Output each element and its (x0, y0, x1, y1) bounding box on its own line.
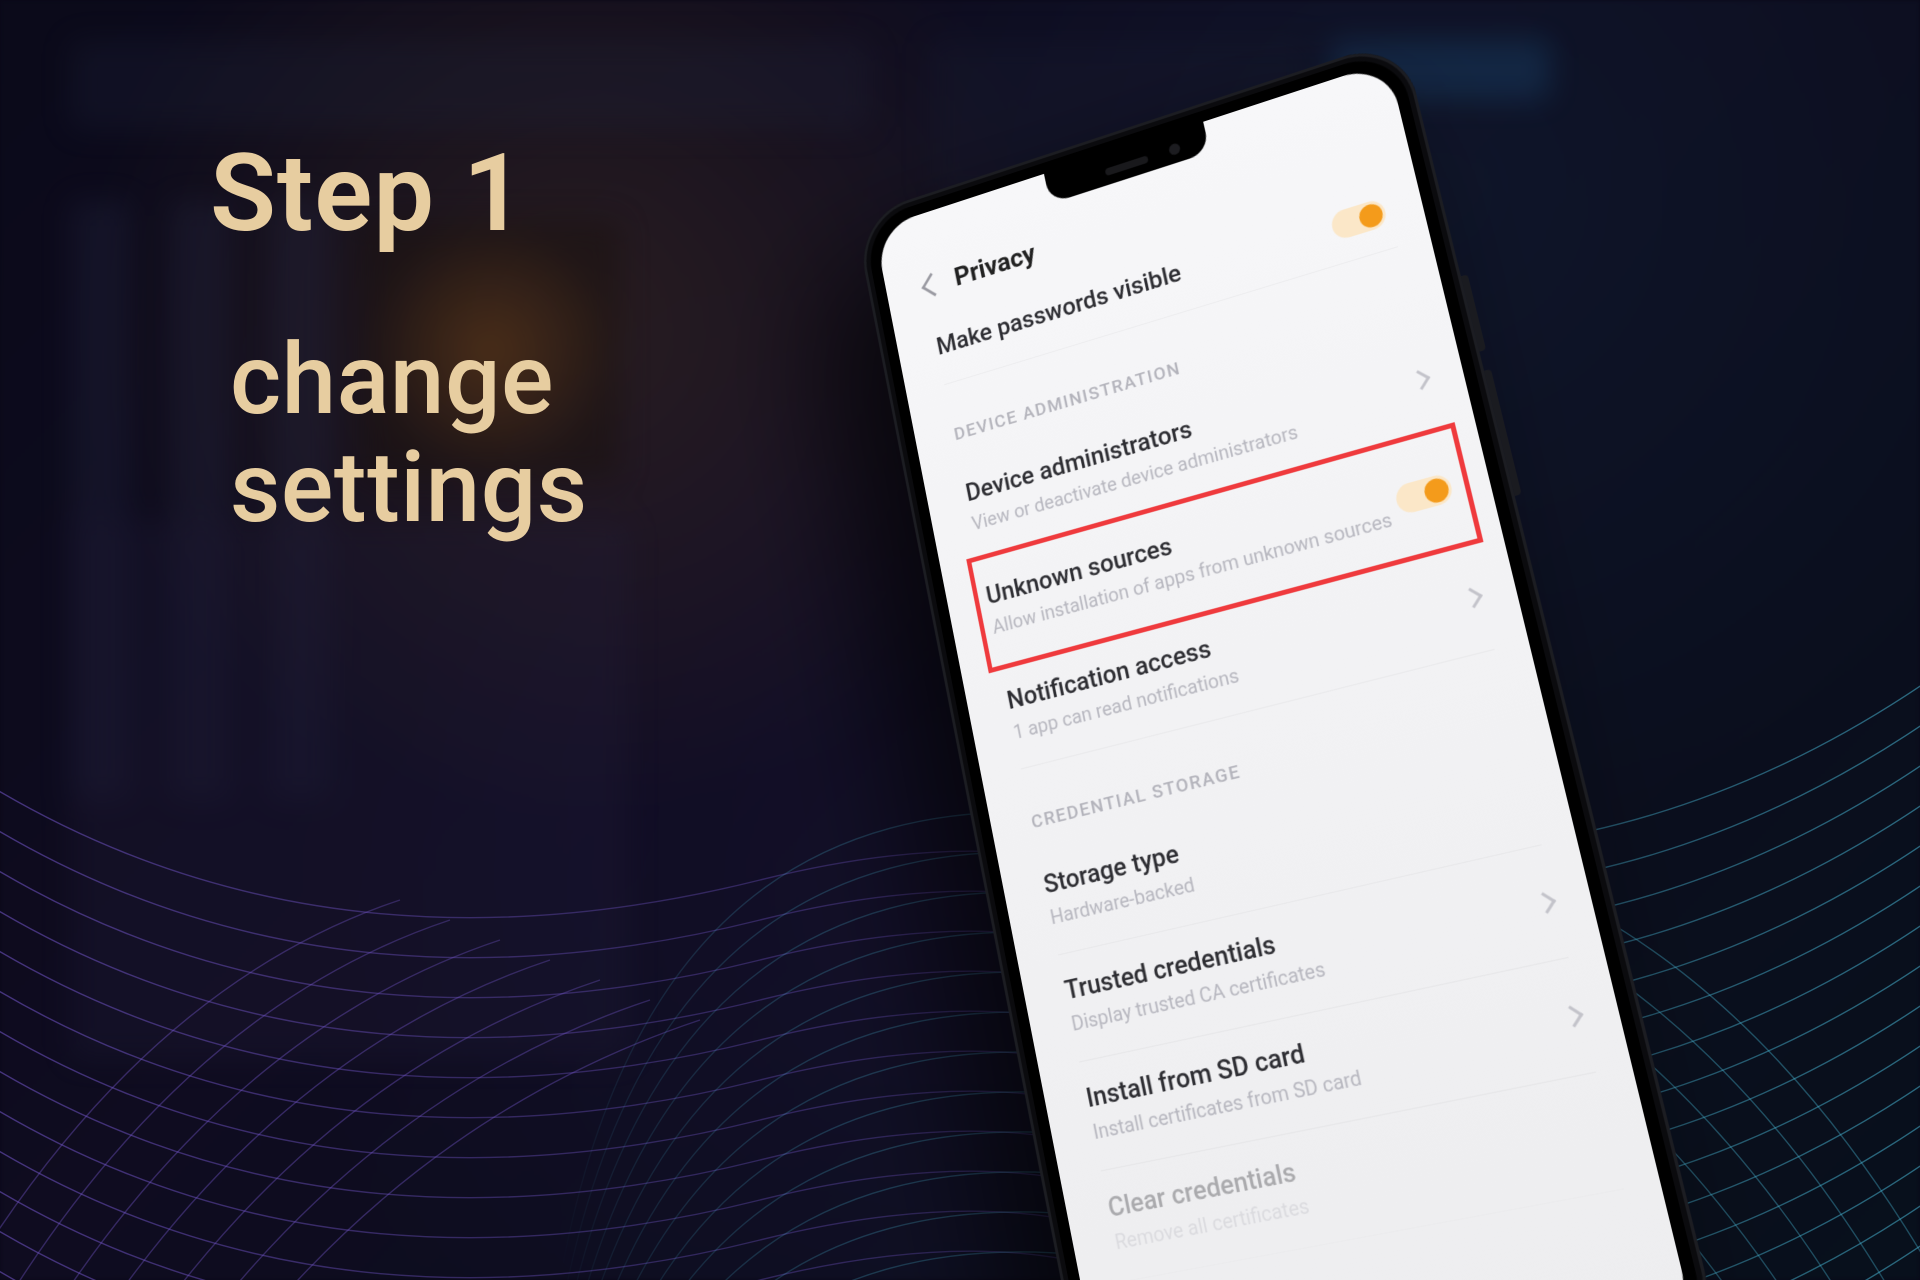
row-install-sd[interactable]: Install from SD card Install certificate… (1079, 958, 1596, 1172)
volume-button (1484, 369, 1522, 496)
chevron-right-icon (1561, 1005, 1583, 1027)
power-button (1461, 274, 1486, 352)
phone-screen: Privacy Make passwords visible DEVICE AD… (874, 61, 1694, 1280)
caption-block: Step 1 change settings (210, 135, 588, 541)
chevron-right-icon (1410, 370, 1431, 390)
row-clear-credentials[interactable]: Clear credentials Remove all certificate… (1101, 1073, 1624, 1280)
phone-frame: Privacy Make passwords visible DEVICE AD… (854, 37, 1721, 1280)
toggle-on-icon[interactable] (1393, 472, 1454, 516)
chevron-right-icon (1462, 588, 1483, 609)
phone-mockup-wrap: Privacy Make passwords visible DEVICE AD… (680, 0, 1880, 1280)
back-icon[interactable] (922, 273, 945, 296)
chevron-right-icon (1534, 892, 1556, 914)
step-label: Step 1 (210, 135, 588, 254)
tutorial-slide: Step 1 change settings Privacy Make pass… (0, 0, 1920, 1280)
caption-text: change settings (170, 326, 588, 542)
toggle-on-icon[interactable] (1329, 198, 1388, 242)
settings-list: Privacy Make passwords visible DEVICE AD… (883, 107, 1695, 1280)
page-title: Privacy (952, 238, 1038, 292)
